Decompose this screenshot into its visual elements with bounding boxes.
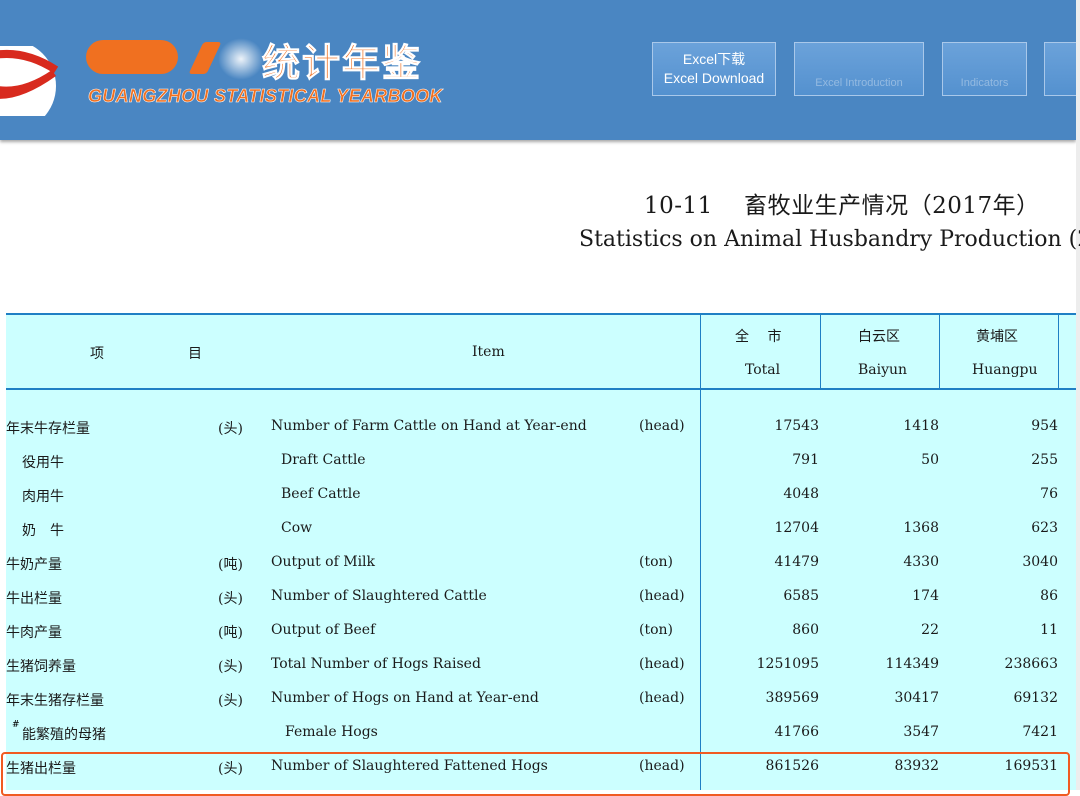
row-unit-cn: (头) xyxy=(218,659,243,675)
row-unit-en: (head) xyxy=(639,418,685,434)
yearbook-logo-icon xyxy=(0,46,59,116)
row-total-value: 1251095 xyxy=(756,656,819,672)
site-header: 统计年鉴 GUANGZHOU STATISTICAL YEARBOOK Exce… xyxy=(0,0,1076,140)
logo-orange-slash xyxy=(188,42,222,74)
row-total-value: 860 xyxy=(792,622,819,638)
logo-english-title: GUANGZHOU STATISTICAL YEARBOOK xyxy=(88,86,443,107)
row-label-en: Beef Cattle xyxy=(281,486,361,502)
row-total-value: 41766 xyxy=(774,724,819,740)
row-baiyun-value: 3547 xyxy=(903,724,939,740)
header-item-en: Item xyxy=(472,344,505,360)
row-label-cn: 牛奶产量 xyxy=(6,557,62,573)
row-total-value: 12704 xyxy=(774,520,819,536)
row-label-en: Number of Slaughtered Cattle xyxy=(271,588,487,604)
row-unit-en: (ton) xyxy=(639,622,673,638)
row-label-en: Female Hogs xyxy=(285,724,378,740)
header-baiyun-en: Baiyun xyxy=(858,362,908,378)
header-huangpu-cn: 黄埔区 xyxy=(976,329,1018,345)
row-unit-en: (head) xyxy=(639,656,685,672)
row-huangpu-value: 238663 xyxy=(1004,656,1058,672)
row-unit-en: (ton) xyxy=(639,554,673,570)
row-baiyun-value: 114349 xyxy=(885,656,939,672)
row-label-cn: 肉用牛 xyxy=(22,489,64,505)
row-label-en: Number of Hogs on Hand at Year-end xyxy=(271,690,539,706)
row-label-en: Number of Farm Cattle on Hand at Year-en… xyxy=(271,418,587,434)
row-baiyun-value: 1418 xyxy=(903,418,939,434)
logo-blurred-area xyxy=(218,38,264,80)
row-unit-cn: (头) xyxy=(218,421,243,437)
row-label-cn: 生猪饲养量 xyxy=(6,659,76,675)
nav-button-partial[interactable] xyxy=(1044,42,1076,96)
row-huangpu-value: 76 xyxy=(1040,486,1058,502)
row-label-cn: 年末生猪存栏量 xyxy=(6,693,104,709)
table-header: 项 目 Item 全 市 Total 白云区 Baiyun 黄埔区 Huangp… xyxy=(6,315,1076,388)
column-divider-next xyxy=(1058,315,1059,388)
table-title-cn-text: 畜牧业生产情况（2017年） xyxy=(744,193,1040,219)
row-baiyun-value: 174 xyxy=(912,588,939,604)
header-item-cn: 项 目 xyxy=(90,346,202,362)
row-label-cn: 役用牛 xyxy=(22,455,64,471)
header-total-cn: 全 市 xyxy=(735,329,782,345)
header-huangpu-en: Huangpu xyxy=(972,362,1038,378)
row-baiyun-value: 22 xyxy=(921,622,939,638)
excel-download-label-cn: Excel下载 xyxy=(682,51,746,67)
row-label-en: Output of Beef xyxy=(271,622,376,638)
row-unit-en: (head) xyxy=(639,588,685,604)
excel-download-button[interactable]: Excel下载 Excel Download xyxy=(652,42,776,96)
row-unit-cn: (吨) xyxy=(218,557,243,573)
indicators-button[interactable]: Indicators xyxy=(942,42,1027,96)
table-number: 10-11 xyxy=(644,193,713,219)
row-unit-cn: (吨) xyxy=(218,625,243,641)
row-huangpu-value: 255 xyxy=(1031,452,1058,468)
row-huangpu-value: 86 xyxy=(1040,588,1058,604)
excel-introduction-button[interactable]: Excel Introduction xyxy=(794,42,924,96)
row-unit-en: (head) xyxy=(639,690,685,706)
row-label-cn: 牛肉产量 xyxy=(6,625,62,641)
highlight-box xyxy=(1,752,1070,796)
column-divider-baiyun xyxy=(820,315,821,388)
row-total-value: 41479 xyxy=(774,554,819,570)
column-divider-huangpu xyxy=(939,315,940,388)
row-label-cn: 能繁殖的母猪 xyxy=(22,727,106,743)
row-label-en: Output of Milk xyxy=(271,554,376,570)
row-total-value: 17543 xyxy=(774,418,819,434)
header-total-en: Total xyxy=(745,362,781,378)
row-huangpu-value: 623 xyxy=(1031,520,1058,536)
header-baiyun-cn: 白云区 xyxy=(858,329,900,345)
row-baiyun-value: 30417 xyxy=(894,690,939,706)
row-baiyun-value: 1368 xyxy=(903,520,939,536)
row-label-en: Draft Cattle xyxy=(281,452,366,468)
row-huangpu-value: 3040 xyxy=(1022,554,1058,570)
row-label-en: Total Number of Hogs Raised xyxy=(271,656,481,672)
indicators-label: Indicators xyxy=(960,76,1009,89)
column-divider-total xyxy=(700,315,701,790)
row-label-cn: 牛出栏量 xyxy=(6,591,62,607)
table-title-en: Statistics on Animal Husbandry Productio… xyxy=(579,227,1080,252)
logo-chinese-title: 统计年鉴 xyxy=(261,40,423,86)
window-edge xyxy=(1076,0,1080,790)
row-baiyun-value: 50 xyxy=(921,452,939,468)
row-unit-cn: (头) xyxy=(218,591,243,607)
row-total-value: 389569 xyxy=(765,690,819,706)
row-huangpu-value: 69132 xyxy=(1013,690,1058,706)
row-label-en: Cow xyxy=(281,520,313,536)
row-label-cn: 年末牛存栏量 xyxy=(6,421,90,437)
excel-introduction-label: Excel Introduction xyxy=(815,76,903,89)
table-title-cn: 10-11 畜牧业生产情况（2017年） xyxy=(644,186,1040,220)
row-huangpu-value: 11 xyxy=(1040,622,1058,638)
logo-orange-bar xyxy=(86,40,178,74)
row-total-value: 4048 xyxy=(783,486,819,502)
row-total-value: 791 xyxy=(792,452,819,468)
row-huangpu-value: 7421 xyxy=(1022,724,1058,740)
row-label-cn: 奶 牛 xyxy=(22,523,64,539)
row-baiyun-value: 4330 xyxy=(903,554,939,570)
row-footnote-mark: # xyxy=(12,720,20,730)
row-huangpu-value: 954 xyxy=(1031,418,1058,434)
excel-download-label-en: Excel Download xyxy=(663,70,765,86)
row-total-value: 6585 xyxy=(783,588,819,604)
row-unit-cn: (头) xyxy=(218,693,243,709)
